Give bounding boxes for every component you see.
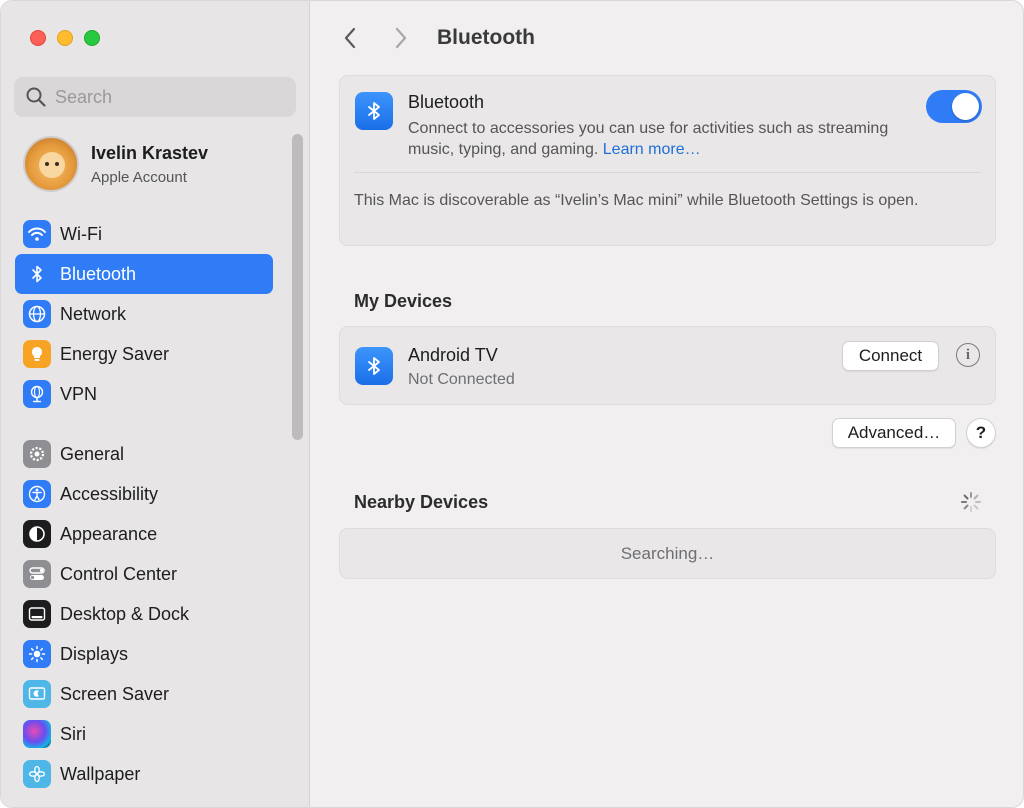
- sidebar-item-label: Desktop & Dock: [60, 603, 190, 624]
- control-center-icon: [23, 560, 51, 588]
- sidebar-item-label: Energy Saver: [60, 343, 170, 364]
- bluetooth-description: Connect to accessories you can use for a…: [408, 118, 908, 160]
- gear-icon: [23, 440, 51, 468]
- sidebar-item-control-center[interactable]: Control Center: [15, 554, 273, 594]
- searching-status: Searching…: [620, 544, 715, 563]
- wifi-icon: [23, 220, 51, 248]
- lightbulb-icon: [23, 340, 51, 368]
- search-icon: [26, 87, 46, 107]
- sidebar-group-system: General Accessibility Appearance Control…: [15, 434, 273, 794]
- sidebar-item-desktop-dock[interactable]: Desktop & Dock: [15, 594, 273, 634]
- bluetooth-icon: [23, 260, 51, 288]
- dock-icon: [23, 600, 51, 628]
- device-name: Android TV: [408, 345, 498, 365]
- sidebar-item-label: Displays: [60, 643, 129, 664]
- search-input[interactable]: [55, 86, 275, 108]
- main-pane: Bluetooth Bluetooth Connect to accessori…: [311, 1, 1023, 807]
- minimize-window-button[interactable]: [57, 30, 73, 46]
- sidebar-item-energy-saver[interactable]: Energy Saver: [15, 334, 273, 374]
- sidebar-item-wifi[interactable]: Wi-Fi: [15, 214, 273, 254]
- sidebar-item-label: Control Center: [60, 563, 178, 584]
- device-status: Not Connected: [408, 371, 515, 388]
- sidebar-item-network[interactable]: Network: [15, 294, 273, 334]
- settings-window: Ivelin Krastev Apple Account Wi-Fi Bluet…: [0, 0, 1024, 808]
- toolbar: Bluetooth: [311, 1, 1023, 73]
- nearby-devices-list: Searching…: [339, 528, 996, 579]
- close-window-button[interactable]: [30, 30, 46, 46]
- sun-icon: [23, 640, 51, 668]
- spinner-icon: [961, 492, 981, 512]
- toggle-knob: [952, 93, 979, 120]
- sidebar-item-label: Appearance: [60, 523, 158, 544]
- sidebar-item-label: Screen Saver: [60, 683, 170, 704]
- advanced-button[interactable]: Advanced…: [832, 418, 956, 448]
- sidebar-scrollbar[interactable]: [292, 134, 303, 440]
- sidebar-item-label: Wallpaper: [60, 763, 141, 784]
- info-icon[interactable]: i: [956, 343, 980, 367]
- sidebar-item-displays[interactable]: Displays: [15, 634, 273, 674]
- help-button[interactable]: ?: [966, 418, 996, 448]
- sidebar-item-label: Siri: [60, 723, 86, 744]
- sidebar-item-label: Network: [60, 303, 127, 324]
- my-devices-heading: My Devices: [354, 291, 453, 311]
- sidebar-item-label: Accessibility: [60, 483, 159, 504]
- nearby-devices-heading: Nearby Devices: [354, 492, 489, 512]
- back-button[interactable]: [339, 25, 361, 51]
- zoom-window-button[interactable]: [84, 30, 100, 46]
- device-row: Android TV Not Connected Connect i: [339, 326, 996, 405]
- bluetooth-settings-card: Bluetooth Connect to accessories you can…: [339, 75, 996, 246]
- accessibility-icon: [23, 480, 51, 508]
- learn-more-link[interactable]: Learn more…: [603, 141, 701, 158]
- sidebar-item-accessibility[interactable]: Accessibility: [15, 474, 273, 514]
- bluetooth-icon: [355, 347, 393, 385]
- forward-button[interactable]: [390, 25, 412, 51]
- sidebar-group-connectivity: Wi-Fi Bluetooth Network Energy Saver VPN: [15, 214, 273, 414]
- discoverable-notice: This Mac is discoverable as “Ivelin’s Ma…: [354, 192, 919, 209]
- bluetooth-toggle[interactable]: [926, 90, 982, 123]
- bluetooth-icon: [355, 92, 393, 130]
- sidebar-item-label: General: [60, 443, 125, 464]
- appearance-icon: [23, 520, 51, 548]
- sidebar-item-bluetooth[interactable]: Bluetooth: [15, 254, 273, 294]
- sidebar-item-vpn[interactable]: VPN: [15, 374, 273, 414]
- account-name: Ivelin Krastev: [91, 142, 209, 163]
- avatar: [23, 136, 79, 192]
- sidebar-item-appearance[interactable]: Appearance: [15, 514, 273, 554]
- search-field[interactable]: [14, 77, 296, 117]
- sidebar-item-general[interactable]: General: [15, 434, 273, 474]
- siri-icon: [23, 720, 51, 748]
- account-subtitle: Apple Account: [91, 168, 187, 186]
- page-title: Bluetooth: [437, 26, 535, 49]
- flower-icon: [23, 760, 51, 788]
- sidebar-item-screen-saver[interactable]: Screen Saver: [15, 674, 273, 714]
- sidebar-item-label: Wi-Fi: [60, 223, 102, 244]
- sidebar-item-wallpaper[interactable]: Wallpaper: [15, 754, 273, 794]
- connect-button[interactable]: Connect: [842, 341, 939, 371]
- apple-account-row[interactable]: Ivelin Krastev Apple Account: [23, 136, 208, 192]
- window-controls: [30, 30, 100, 46]
- vpn-globe-icon: [23, 380, 51, 408]
- sidebar-item-siri[interactable]: Siri: [15, 714, 273, 754]
- bluetooth-title: Bluetooth: [408, 92, 485, 112]
- chevron-left-icon: [344, 27, 356, 49]
- globe-icon: [23, 300, 51, 328]
- sidebar-item-label: Bluetooth: [60, 263, 137, 284]
- sidebar: Ivelin Krastev Apple Account Wi-Fi Bluet…: [1, 1, 310, 807]
- divider: [354, 172, 981, 173]
- chevron-right-icon: [395, 27, 407, 49]
- sidebar-item-label: VPN: [60, 383, 98, 404]
- screen-saver-icon: [23, 680, 51, 708]
